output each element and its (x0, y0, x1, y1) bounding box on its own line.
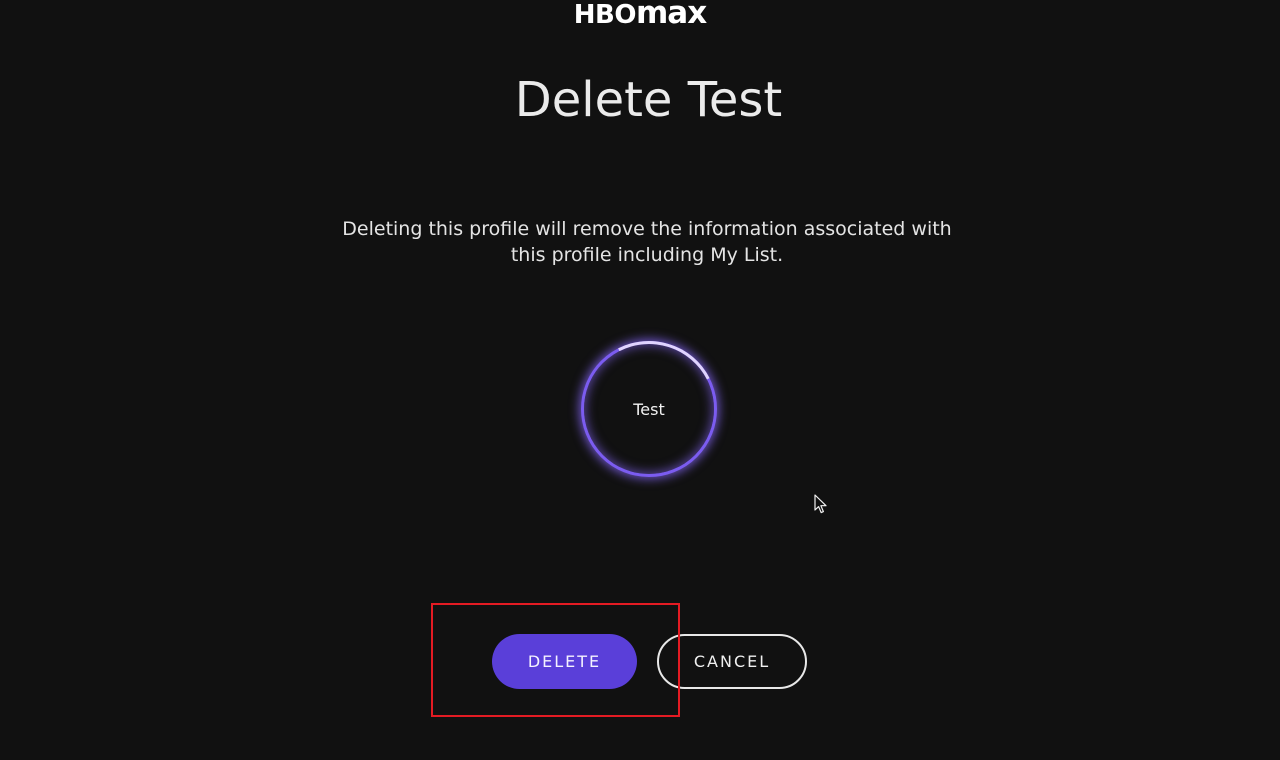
hbo-max-logo[interactable]: HBOmax (0, 0, 1280, 32)
logo-hbo-text: HBO (573, 0, 637, 30)
profile-name: Test (633, 399, 665, 419)
delete-warning-line-1: Deleting this profile will remove the in… (342, 218, 952, 240)
delete-profile-page: HBOmax Delete Test Deleting this profile… (0, 0, 1280, 760)
delete-warning-line-2: this profile including My List. (510, 244, 784, 266)
page-title: Delete Test (514, 72, 783, 128)
mouse-pointer-icon (814, 494, 827, 514)
cancel-button[interactable]: CANCEL (657, 634, 807, 689)
delete-warning-text: Deleting this profile will remove the in… (330, 216, 964, 268)
cancel-button-label: CANCEL (693, 652, 771, 671)
delete-button[interactable]: DELETE (492, 634, 637, 689)
logo-max-text: max (635, 0, 707, 31)
delete-button-label: DELETE (527, 652, 602, 671)
profile-avatar: Test (581, 341, 717, 477)
